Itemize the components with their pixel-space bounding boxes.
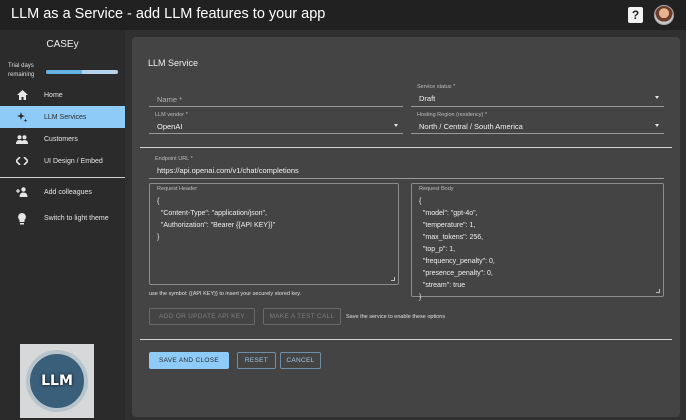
badge-ring: LLM (26, 350, 88, 412)
sidebar-item-label: Switch to light theme (44, 215, 109, 222)
chevron-down-icon (394, 124, 398, 127)
sidebar-item-home[interactable]: Home (0, 84, 125, 106)
brand-name: CASEy (46, 39, 79, 50)
name-underline (149, 106, 403, 107)
request-header-textarea[interactable]: Request Header { "Content-Type": "applic… (149, 183, 399, 285)
llm-vendor-label: LLM vendor * (155, 112, 188, 118)
app-bar: LLM as a Service - add LLM features to y… (0, 0, 686, 30)
hosting-region-select[interactable]: Hosting Region (residency) * North / Cen… (411, 112, 664, 134)
trial-progress-fill (46, 70, 82, 74)
app-title: LLM as a Service - add LLM features to y… (11, 6, 326, 22)
sidebar-item-ui-design[interactable]: UI Design / Embed (0, 150, 125, 172)
status-underline (411, 106, 664, 107)
chevron-down-icon (655, 124, 659, 127)
endpoint-url-field[interactable]: Endpoint URL * https://api.openai.com/v1… (149, 156, 664, 179)
sidebar-item-label: LLM Services (44, 113, 87, 121)
badge-text: LLM (41, 373, 73, 389)
people-icon (16, 133, 28, 145)
request-body-label: Request Body (419, 186, 454, 192)
test-call-button[interactable]: MAKE A TEST CALL (263, 308, 341, 325)
region-underline (411, 133, 664, 134)
resize-handle-icon[interactable] (656, 289, 660, 293)
api-key-hint: use the symbol: {{API KEY}} to insert yo… (149, 291, 302, 297)
endpoint-url-value: https://api.openai.com/v1/chat/completio… (157, 166, 299, 175)
code-icon (16, 155, 28, 167)
avatar[interactable] (654, 5, 674, 25)
service-status-value: Draft (419, 94, 436, 103)
llm-vendor-select[interactable]: LLM vendor * OpenAI (149, 112, 403, 134)
hosting-region-label: Hosting Region (residency) * (417, 112, 488, 118)
chevron-down-icon (655, 96, 659, 99)
llm-badge-image: LLM (20, 344, 94, 418)
trial-progress-bar (46, 70, 118, 74)
vendor-underline (149, 133, 403, 134)
page-title: LLM Service (148, 58, 199, 68)
home-icon (16, 89, 28, 101)
sidebar-item-label: Home (44, 91, 63, 99)
add-api-key-button[interactable]: ADD OR UPDATE API KEY (149, 308, 255, 325)
request-header-label: Request Header (157, 186, 198, 192)
sidebar-item-label: UI Design / Embed (44, 157, 103, 165)
sidebar-item-add-colleagues[interactable]: Add colleagues (0, 181, 125, 203)
sparkle-icon (16, 111, 28, 123)
sidebar: CASEy Trial days remaining Home LLM Serv… (0, 30, 125, 420)
hosting-region-value: North / Central / South America (419, 122, 523, 131)
save-and-close-button[interactable]: SAVE AND CLOSE (149, 352, 229, 369)
sidebar-item-customers[interactable]: Customers (0, 128, 125, 150)
request-header-value: { "Content-Type": "application/json", "A… (157, 198, 276, 241)
cancel-button[interactable]: CANCEL (280, 352, 321, 369)
request-body-textarea[interactable]: Request Body { "model": "gpt-4o", "tempe… (411, 183, 664, 301)
request-body-value: { "model": "gpt-4o", "temperature": 1, "… (419, 198, 495, 301)
sidebar-item-label: Customers (44, 135, 78, 143)
name-placeholder: Name * (157, 95, 183, 104)
footer-divider (140, 339, 672, 340)
service-status-select[interactable]: Service status * Draft (411, 84, 664, 107)
endpoint-underline (149, 178, 664, 179)
sidebar-divider (0, 177, 125, 178)
sidebar-item-llm-services[interactable]: LLM Services (0, 106, 125, 128)
llm-vendor-value: OpenAI (157, 122, 183, 131)
endpoint-url-label: Endpoint URL * (155, 156, 193, 162)
name-field[interactable]: Name * (149, 87, 403, 107)
reset-button[interactable]: RESET (237, 352, 276, 369)
sidebar-item-switch-theme[interactable]: Switch to light theme (0, 206, 125, 232)
add-person-icon (16, 186, 28, 198)
help-icon[interactable]: ? (628, 7, 643, 23)
section-divider (140, 147, 672, 148)
resize-handle-icon[interactable] (391, 277, 395, 281)
llm-service-form: LLM Service Name * Service status * Draf… (132, 37, 680, 417)
save-note: Save the service to enable these options (346, 314, 446, 320)
sidebar-item-label: Add colleagues (44, 188, 92, 196)
service-status-label: Service status * (417, 84, 456, 90)
trial-days-label: Trial days remaining (8, 63, 35, 78)
lightbulb-icon (16, 213, 28, 225)
